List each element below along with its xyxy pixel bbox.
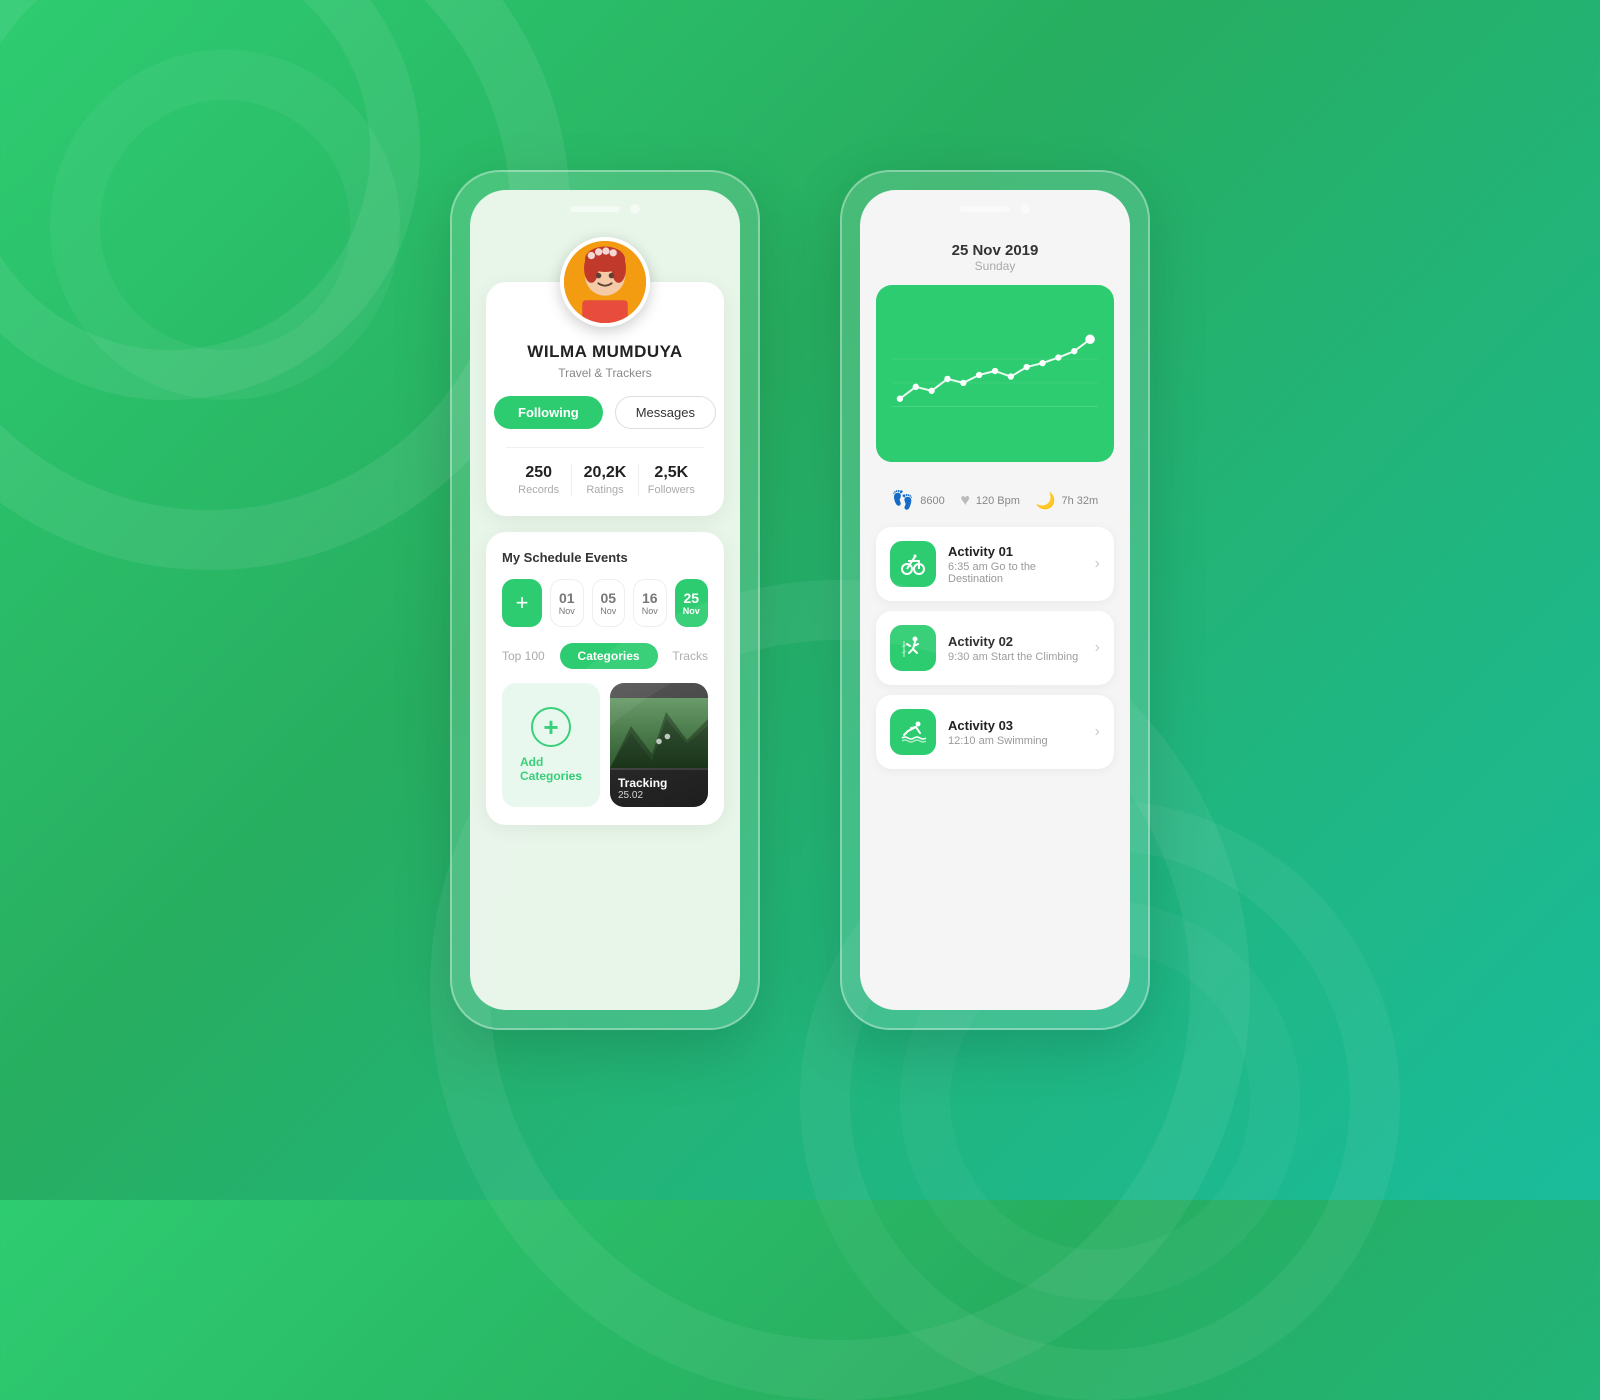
tracking-category[interactable]: Tracking 25.02 <box>610 683 708 807</box>
activity-name-1: Activity 01 <box>948 544 1083 559</box>
deco-circle-2 <box>50 50 400 400</box>
sleep-metric: 🌙 7h 32m <box>1036 490 1099 511</box>
bike-icon <box>900 551 926 577</box>
date-header: 25 Nov 2019 Sunday <box>876 222 1114 285</box>
stat-records-label: Records <box>506 484 571 496</box>
phone1-speaker <box>570 206 620 212</box>
activity-item-2[interactable]: Activity 02 9:30 am Start the Climbing › <box>876 611 1114 685</box>
phone2: 25 Nov 2019 Sunday <box>840 170 1150 1030</box>
phone2-speaker <box>960 206 1010 212</box>
stats-bar: 👣 8600 ♥ 120 Bpm 🌙 7h 32m <box>876 478 1114 511</box>
date-chip-25[interactable]: 25 Nov <box>675 579 709 627</box>
schedule-card: My Schedule Events + 01 Nov 05 Nov 16 No… <box>486 532 724 825</box>
day-name: Sunday <box>876 259 1114 273</box>
date-chip-01[interactable]: 01 Nov <box>550 579 584 627</box>
plus-icon: + <box>531 707 571 747</box>
filter-top100[interactable]: Top 100 <box>502 649 545 663</box>
chevron-icon-1: › <box>1095 555 1100 573</box>
activity-icon-3 <box>890 709 936 755</box>
date-chip-05[interactable]: 05 Nov <box>592 579 626 627</box>
stat-records-value: 250 <box>506 464 571 482</box>
activity-item-1[interactable]: Activity 01 6:35 am Go to the Destinatio… <box>876 527 1114 601</box>
phone1-topbar <box>470 190 740 222</box>
add-categories-label: AddCategories <box>520 755 582 783</box>
date-chip-16[interactable]: 16 Nov <box>633 579 667 627</box>
stat-records: 250 Records <box>506 464 572 496</box>
stat-followers-label: Followers <box>639 484 704 496</box>
phone2-camera <box>1020 204 1030 214</box>
sleep-icon: 🌙 <box>1036 491 1056 511</box>
activity-name-3: Activity 03 <box>948 718 1083 733</box>
stat-followers: 2,5K Followers <box>639 464 704 496</box>
activity-item-3[interactable]: Activity 03 12:10 am Swimming › <box>876 695 1114 769</box>
steps-icon: 👣 <box>892 490 914 511</box>
heart-metric: ♥ 120 Bpm <box>960 490 1020 511</box>
activity-list-wrapper: Activity 01 6:35 am Go to the Destinatio… <box>876 527 1114 769</box>
heart-icon: ♥ <box>960 492 970 510</box>
phone1: WILMA MUMDUYA Travel & Trackers Followin… <box>450 170 760 1030</box>
profile-actions: Following Messages <box>506 396 704 429</box>
add-date-button[interactable]: + <box>502 579 542 627</box>
stat-ratings-value: 20,2K <box>572 464 637 482</box>
activity-icon-2 <box>890 625 936 671</box>
categories-grid: + AddCategories <box>502 683 708 807</box>
sleep-value: 7h 32m <box>1061 495 1098 507</box>
messages-button[interactable]: Messages <box>615 396 716 429</box>
deco-circle-1 <box>0 0 420 400</box>
activity-name-2: Activity 02 <box>948 634 1083 649</box>
activity-info-3: Activity 03 12:10 am Swimming <box>948 718 1083 747</box>
profile-card: WILMA MUMDUYA Travel & Trackers Followin… <box>486 282 724 516</box>
profile-subtitle: Travel & Trackers <box>506 366 704 380</box>
activity-time-1: 6:35 am Go to the Destination <box>948 561 1083 585</box>
activity-list: Activity 01 6:35 am Go to the Destinatio… <box>876 527 1114 769</box>
phone2-topbar <box>860 190 1130 222</box>
chevron-icon-2: › <box>1095 639 1100 657</box>
activity-content: 25 Nov 2019 Sunday <box>860 222 1130 789</box>
track-label: Tracking <box>618 776 700 790</box>
chevron-icon-3: › <box>1095 723 1100 741</box>
track-image <box>610 683 708 783</box>
stat-ratings-label: Ratings <box>572 484 637 496</box>
activity-chart <box>892 301 1098 441</box>
activity-icon-1 <box>890 541 936 587</box>
activity-time-2: 9:30 am Start the Climbing <box>948 651 1083 663</box>
profile-name: WILMA MUMDUYA <box>506 342 704 362</box>
stat-ratings: 20,2K Ratings <box>572 464 638 496</box>
swim-icon <box>900 719 926 745</box>
schedule-title: My Schedule Events <box>502 550 708 565</box>
filter-row: Top 100 Categories Tracks <box>502 643 708 669</box>
climbing-icon <box>900 635 926 661</box>
filter-categories[interactable]: Categories <box>560 643 658 669</box>
stats-row: 250 Records 20,2K Ratings 2,5K Followers <box>506 447 704 496</box>
avatar <box>560 237 650 327</box>
filter-tracks[interactable]: Tracks <box>672 649 708 663</box>
date-row: + 01 Nov 05 Nov 16 Nov 25 Nov <box>502 579 708 627</box>
heart-value: 120 Bpm <box>976 495 1020 507</box>
add-categories-button[interactable]: + AddCategories <box>502 683 600 807</box>
activity-info-2: Activity 02 9:30 am Start the Climbing <box>948 634 1083 663</box>
activity-info-1: Activity 01 6:35 am Go to the Destinatio… <box>948 544 1083 585</box>
phone1-camera <box>630 204 640 214</box>
steps-value: 8600 <box>920 495 944 507</box>
track-num: 25.02 <box>618 790 700 801</box>
big-date: 25 Nov 2019 <box>876 242 1114 259</box>
track-overlay: Tracking 25.02 <box>610 770 708 807</box>
following-button[interactable]: Following <box>494 396 603 429</box>
stat-followers-value: 2,5K <box>639 464 704 482</box>
activity-time-3: 12:10 am Swimming <box>948 735 1083 747</box>
chart-container <box>876 285 1114 462</box>
steps-metric: 👣 8600 <box>892 490 945 511</box>
